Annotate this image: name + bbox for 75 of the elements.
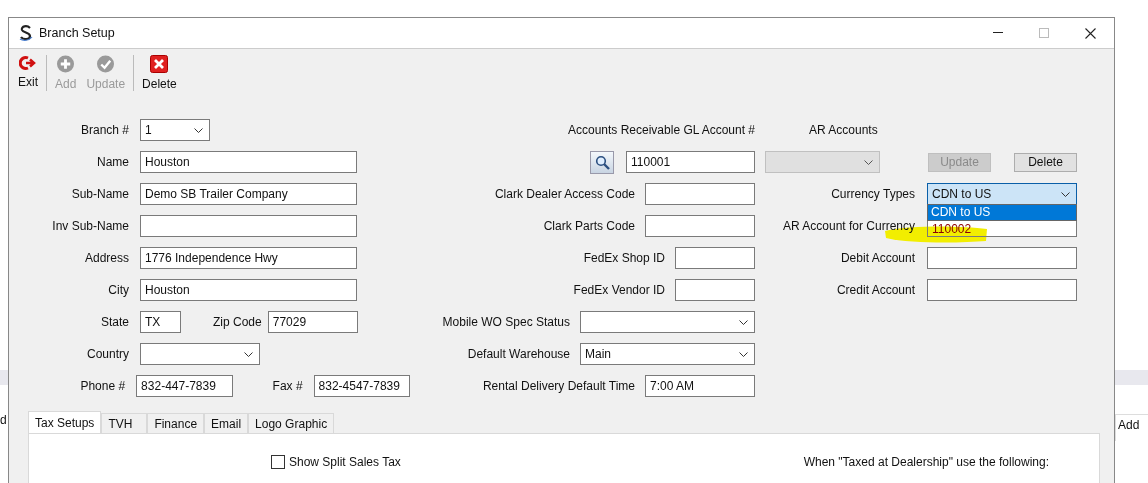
- toolbar-button[interactable]: Delete: [137, 55, 182, 91]
- chevron-down-icon: [739, 351, 748, 357]
- tab[interactable]: Tax Setups: [28, 411, 102, 433]
- delete-icon: [150, 55, 169, 73]
- dropdown[interactable]: 1: [140, 119, 210, 141]
- chevron-down-icon: [864, 159, 873, 165]
- dropdown[interactable]: [580, 311, 755, 333]
- text-field[interactable]: [140, 215, 357, 237]
- text-field[interactable]: [927, 247, 1077, 269]
- text-field[interactable]: [675, 279, 755, 301]
- toolbar-button[interactable]: Exit: [13, 55, 43, 91]
- dropdown-option[interactable]: CDN to US: [928, 205, 1076, 220]
- tab[interactable]: Email: [204, 413, 249, 433]
- chevron-down-icon: [739, 319, 748, 325]
- dropdown[interactable]: Main: [580, 343, 755, 365]
- field-label: Currency Types: [830, 187, 915, 201]
- field-label: FedEx Vendor ID: [573, 283, 665, 297]
- field-label: Phone #: [79, 379, 126, 393]
- field-label: Clark Dealer Access Code: [494, 187, 635, 201]
- text-field[interactable]: Houston: [140, 279, 357, 301]
- field-label: Accounts Receivable GL Account #: [568, 123, 755, 137]
- field-label: Inv Sub-Name: [51, 219, 129, 233]
- chevron-down-icon: [1061, 191, 1070, 197]
- dropdown[interactable]: [140, 343, 260, 365]
- text-field[interactable]: 1776 Independence Hwy: [140, 247, 357, 269]
- field-label: Rental Delivery Default Time: [482, 379, 635, 393]
- text-field[interactable]: 77029: [267, 311, 358, 333]
- tab[interactable]: TVH: [101, 413, 148, 433]
- search-icon: [594, 154, 610, 170]
- text-field[interactable]: TX: [140, 311, 181, 333]
- field-label: Country: [85, 347, 129, 361]
- tab[interactable]: Finance: [147, 413, 205, 433]
- text-field[interactable]: [927, 279, 1077, 301]
- field-label: Fax #: [272, 379, 303, 393]
- field-label: Mobile WO Spec Status: [442, 315, 570, 329]
- window-title: Branch Setup: [39, 26, 115, 40]
- field-label: FedEx Shop ID: [583, 251, 665, 265]
- field-label: Clark Parts Code: [543, 219, 635, 233]
- field-label: Sub-Name: [70, 187, 129, 201]
- dropdown[interactable]: CDN to US: [927, 183, 1077, 205]
- text-field[interactable]: 7:00 AM: [645, 375, 755, 397]
- text-field[interactable]: [645, 183, 755, 205]
- field-label: AR Account for Currency: [781, 219, 915, 233]
- field-label: Branch #: [79, 123, 129, 137]
- text-field[interactable]: 110001: [626, 151, 755, 173]
- exit-icon: [19, 55, 37, 71]
- text-field[interactable]: [645, 215, 755, 237]
- field-label: State: [99, 315, 129, 329]
- text-field[interactable]: Houston: [140, 151, 357, 173]
- field-label: Debit Account: [839, 251, 915, 265]
- text-field[interactable]: Demo SB Trailer Company: [140, 183, 357, 205]
- section-label: AR Accounts: [809, 123, 878, 137]
- checkbox[interactable]: Show Split Sales Tax: [271, 455, 401, 469]
- tab[interactable]: Logo Graphic: [248, 413, 335, 433]
- text-field[interactable]: 832-4547-7839: [313, 375, 410, 397]
- minimize-icon[interactable]: [993, 32, 1003, 34]
- close-icon[interactable]: [1085, 27, 1096, 39]
- background-text: Add: [1118, 418, 1140, 432]
- background-text: d: [0, 413, 8, 427]
- text-field[interactable]: [675, 247, 755, 269]
- plus-icon: [56, 55, 76, 73]
- field-label: Name: [96, 155, 129, 169]
- field-label: City: [107, 283, 129, 297]
- check-icon: [96, 55, 116, 73]
- search-button[interactable]: [590, 150, 614, 174]
- push-button[interactable]: Delete: [1014, 152, 1077, 172]
- field-label: Credit Account: [835, 283, 915, 297]
- chevron-down-icon: [244, 351, 253, 357]
- field-label: Zip Code: [213, 315, 262, 329]
- field-label: Default Warehouse: [467, 347, 570, 361]
- section-note: When "Taxed at Dealership" use the following:: [803, 455, 1049, 469]
- text-field[interactable]: 832-447-7839: [136, 375, 233, 397]
- field-label: Address: [83, 251, 129, 265]
- chevron-down-icon: [194, 127, 203, 133]
- app-icon: [19, 25, 33, 41]
